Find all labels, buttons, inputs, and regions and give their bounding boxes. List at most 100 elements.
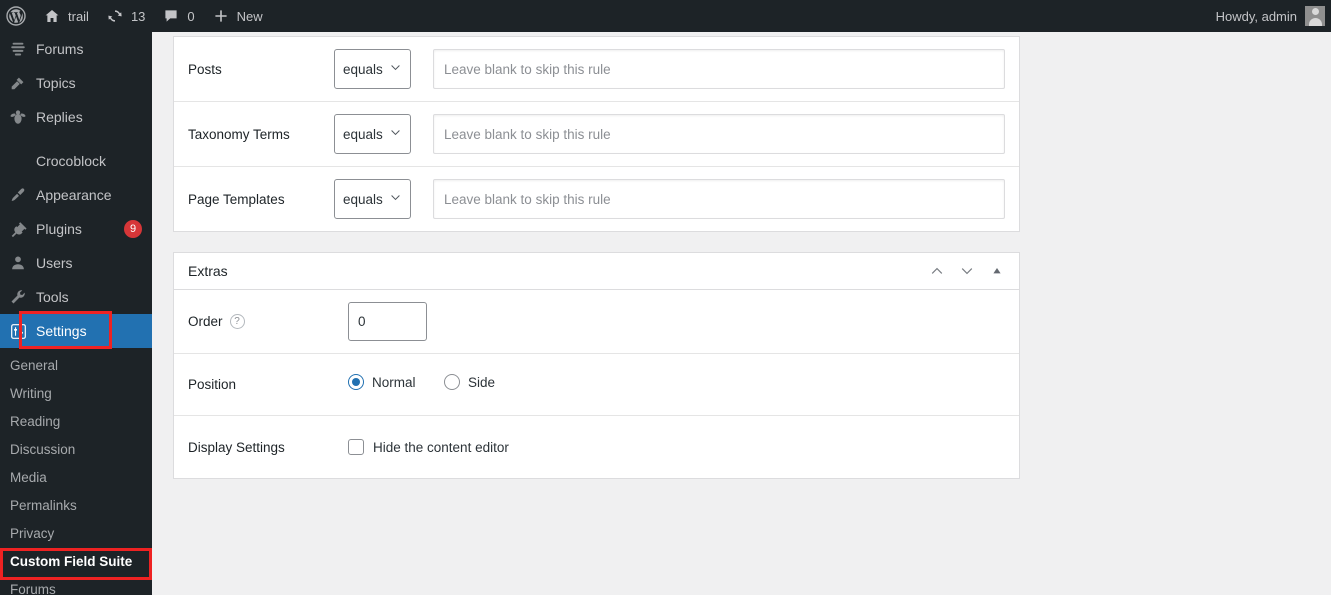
site-name-label: trail <box>68 8 89 24</box>
sidebar-item-label: Users <box>36 255 73 271</box>
avatar <box>1305 6 1325 26</box>
page-templates-rule-input[interactable]: Leave blank to skip this rule <box>433 179 1005 219</box>
extras-panel-title: Extras <box>188 263 228 279</box>
updates-icon <box>105 6 125 26</box>
sidebar-item-crocoblock[interactable]: Crocoblock <box>0 144 152 178</box>
sidebar-item-plugins[interactable]: Plugins 9 <box>0 212 152 246</box>
users-icon <box>0 254 36 272</box>
position-label: Position <box>188 377 237 392</box>
sidebar-item-settings[interactable]: Settings <box>0 314 152 348</box>
home-icon <box>42 6 62 26</box>
sidebar-item-tools[interactable]: Tools <box>0 280 152 314</box>
plugins-icon <box>0 220 36 238</box>
submenu-item-reading[interactable]: Reading <box>0 408 152 436</box>
submenu-item-writing[interactable]: Writing <box>0 380 152 408</box>
extras-panel: Extras Order ? 0 Position Normal Side Di… <box>173 252 1020 479</box>
rule-label: Page Templates <box>188 191 285 207</box>
order-label: Order ? <box>188 314 334 329</box>
rules-panel: Posts equals Leave blank to skip this ru… <box>173 36 1020 232</box>
updates-count: 13 <box>130 8 146 24</box>
toggle-collapse-icon[interactable] <box>989 263 1005 279</box>
admin-sidebar-menu: Forums Topics Replies Crocoblock Appeara… <box>0 32 152 595</box>
comments-count: 0 <box>187 8 195 24</box>
wordpress-logo-icon <box>6 6 26 26</box>
move-down-icon[interactable] <box>959 263 975 279</box>
panel-header-actions <box>929 263 1005 279</box>
sidebar-item-label: Plugins <box>36 221 82 237</box>
sidebar-item-label: Replies <box>36 109 83 125</box>
extras-row-order: Order ? 0 <box>174 290 1019 354</box>
new-content-menu[interactable]: New <box>203 0 271 32</box>
topics-icon <box>0 74 36 92</box>
sidebar-item-label: Topics <box>36 75 76 91</box>
chevron-down-icon <box>389 126 402 142</box>
rule-row-page-templates: Page Templates equals Leave blank to ski… <box>174 167 1019 231</box>
order-value: 0 <box>358 314 366 329</box>
sidebar-item-label: Settings <box>36 323 87 339</box>
comments-menu[interactable]: 0 <box>153 0 202 32</box>
submenu-item-general[interactable]: General <box>0 352 152 380</box>
howdy-label: Howdy, admin <box>1215 8 1297 24</box>
help-icon[interactable]: ? <box>229 314 245 329</box>
chevron-down-icon <box>389 191 402 207</box>
page-templates-operator-select[interactable]: equals <box>334 179 411 219</box>
submenu-item-media[interactable]: Media <box>0 464 152 492</box>
sidebar-item-users[interactable]: Users <box>0 246 152 280</box>
extras-panel-header: Extras <box>174 253 1019 290</box>
order-input[interactable]: 0 <box>348 302 427 341</box>
wp-logo-menu[interactable] <box>0 0 34 32</box>
posts-rule-input[interactable]: Leave blank to skip this rule <box>433 49 1005 89</box>
posts-operator-select[interactable]: equals <box>334 49 411 89</box>
extras-row-position: Position Normal Side <box>174 354 1019 416</box>
sidebar-item-label: Tools <box>36 289 69 305</box>
settings-icon <box>0 323 36 340</box>
sidebar-item-forums[interactable]: Forums <box>0 32 152 66</box>
forums-icon <box>0 40 36 58</box>
replies-icon <box>0 108 36 126</box>
radio-side[interactable] <box>443 374 460 390</box>
input-placeholder: Leave blank to skip this rule <box>444 126 611 142</box>
select-value: equals <box>343 126 383 142</box>
input-placeholder: Leave blank to skip this rule <box>444 61 611 77</box>
submenu-item-privacy[interactable]: Privacy <box>0 520 152 548</box>
appearance-icon <box>0 186 36 204</box>
sidebar-item-appearance[interactable]: Appearance <box>0 178 152 212</box>
position-option-normal[interactable]: Normal <box>348 374 416 390</box>
site-name-menu[interactable]: trail <box>34 0 97 32</box>
account-menu[interactable]: Howdy, admin <box>1216 6 1331 26</box>
taxonomy-terms-operator-select[interactable]: equals <box>334 114 411 154</box>
new-content-label: New <box>236 8 263 24</box>
hide-content-editor-option[interactable]: Hide the content editor <box>348 439 509 455</box>
position-option-side[interactable]: Side <box>443 374 495 390</box>
extras-row-display-settings: Display Settings Hide the content editor <box>174 416 1019 478</box>
submenu-item-discussion[interactable]: Discussion <box>0 436 152 464</box>
sidebar-item-topics[interactable]: Topics <box>0 66 152 100</box>
submenu-item-custom-field-suite[interactable]: Custom Field Suite <box>0 548 152 576</box>
rule-label: Posts <box>188 61 222 77</box>
plus-icon <box>211 6 231 26</box>
menu-separator <box>0 134 152 144</box>
hide-content-editor-label: Hide the content editor <box>373 439 509 455</box>
sidebar-item-label: Crocoblock <box>36 153 107 169</box>
select-value: equals <box>343 61 383 77</box>
order-label-text: Order <box>188 314 223 329</box>
input-placeholder: Leave blank to skip this rule <box>444 191 611 207</box>
tools-icon <box>0 288 36 306</box>
settings-submenu: General Writing Reading Discussion Media… <box>0 348 152 595</box>
rule-row-posts: Posts equals Leave blank to skip this ru… <box>174 37 1019 102</box>
taxonomy-terms-rule-input[interactable]: Leave blank to skip this rule <box>433 114 1005 154</box>
select-value: equals <box>343 191 383 207</box>
updates-menu[interactable]: 13 <box>97 0 153 32</box>
radio-normal[interactable] <box>348 374 364 390</box>
main-content: Posts equals Leave blank to skip this ru… <box>152 32 1331 595</box>
sidebar-item-replies[interactable]: Replies <box>0 100 152 134</box>
display-settings-label: Display Settings <box>188 439 285 455</box>
submenu-item-permalinks[interactable]: Permalinks <box>0 492 152 520</box>
rule-label: Taxonomy Terms <box>188 126 290 142</box>
chevron-down-icon <box>389 61 402 77</box>
move-up-icon[interactable] <box>929 263 945 279</box>
checkbox-hide-content-editor[interactable] <box>348 439 364 455</box>
submenu-item-forums[interactable]: Forums <box>0 576 152 595</box>
rule-row-taxonomy-terms: Taxonomy Terms equals Leave blank to ski… <box>174 102 1019 167</box>
position-option-label: Normal <box>372 374 416 390</box>
